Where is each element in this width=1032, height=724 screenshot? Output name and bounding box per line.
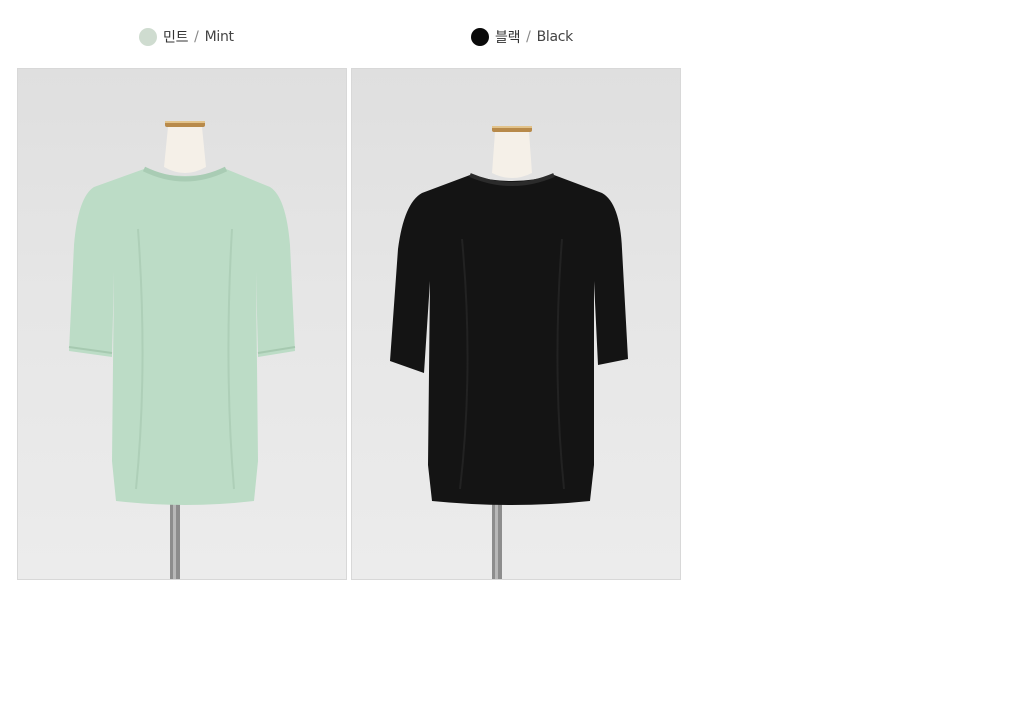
- mannequin-illustration: [68, 121, 296, 579]
- mint-color-swatch: [139, 28, 157, 46]
- tshirt-body: [69, 169, 295, 505]
- color-label-mint: 민트 / Mint: [139, 26, 234, 48]
- color-label-black: 블랙 / Black: [471, 26, 573, 48]
- product-photo-black: [351, 68, 681, 580]
- product-photo-mint: [17, 68, 347, 580]
- color-name-en: Black: [536, 29, 574, 45]
- color-name-separator: /: [526, 29, 531, 45]
- mannequin-neck: [492, 132, 532, 178]
- black-color-swatch: [471, 28, 489, 46]
- mannequin-neck: [164, 127, 206, 173]
- color-name-ko: 민트: [163, 30, 189, 46]
- color-name-en: Mint: [204, 29, 234, 45]
- tshirt-body: [390, 175, 628, 505]
- mannequin-illustration: [390, 126, 628, 579]
- color-name-separator: /: [194, 29, 199, 45]
- color-name-ko: 블랙: [495, 30, 521, 46]
